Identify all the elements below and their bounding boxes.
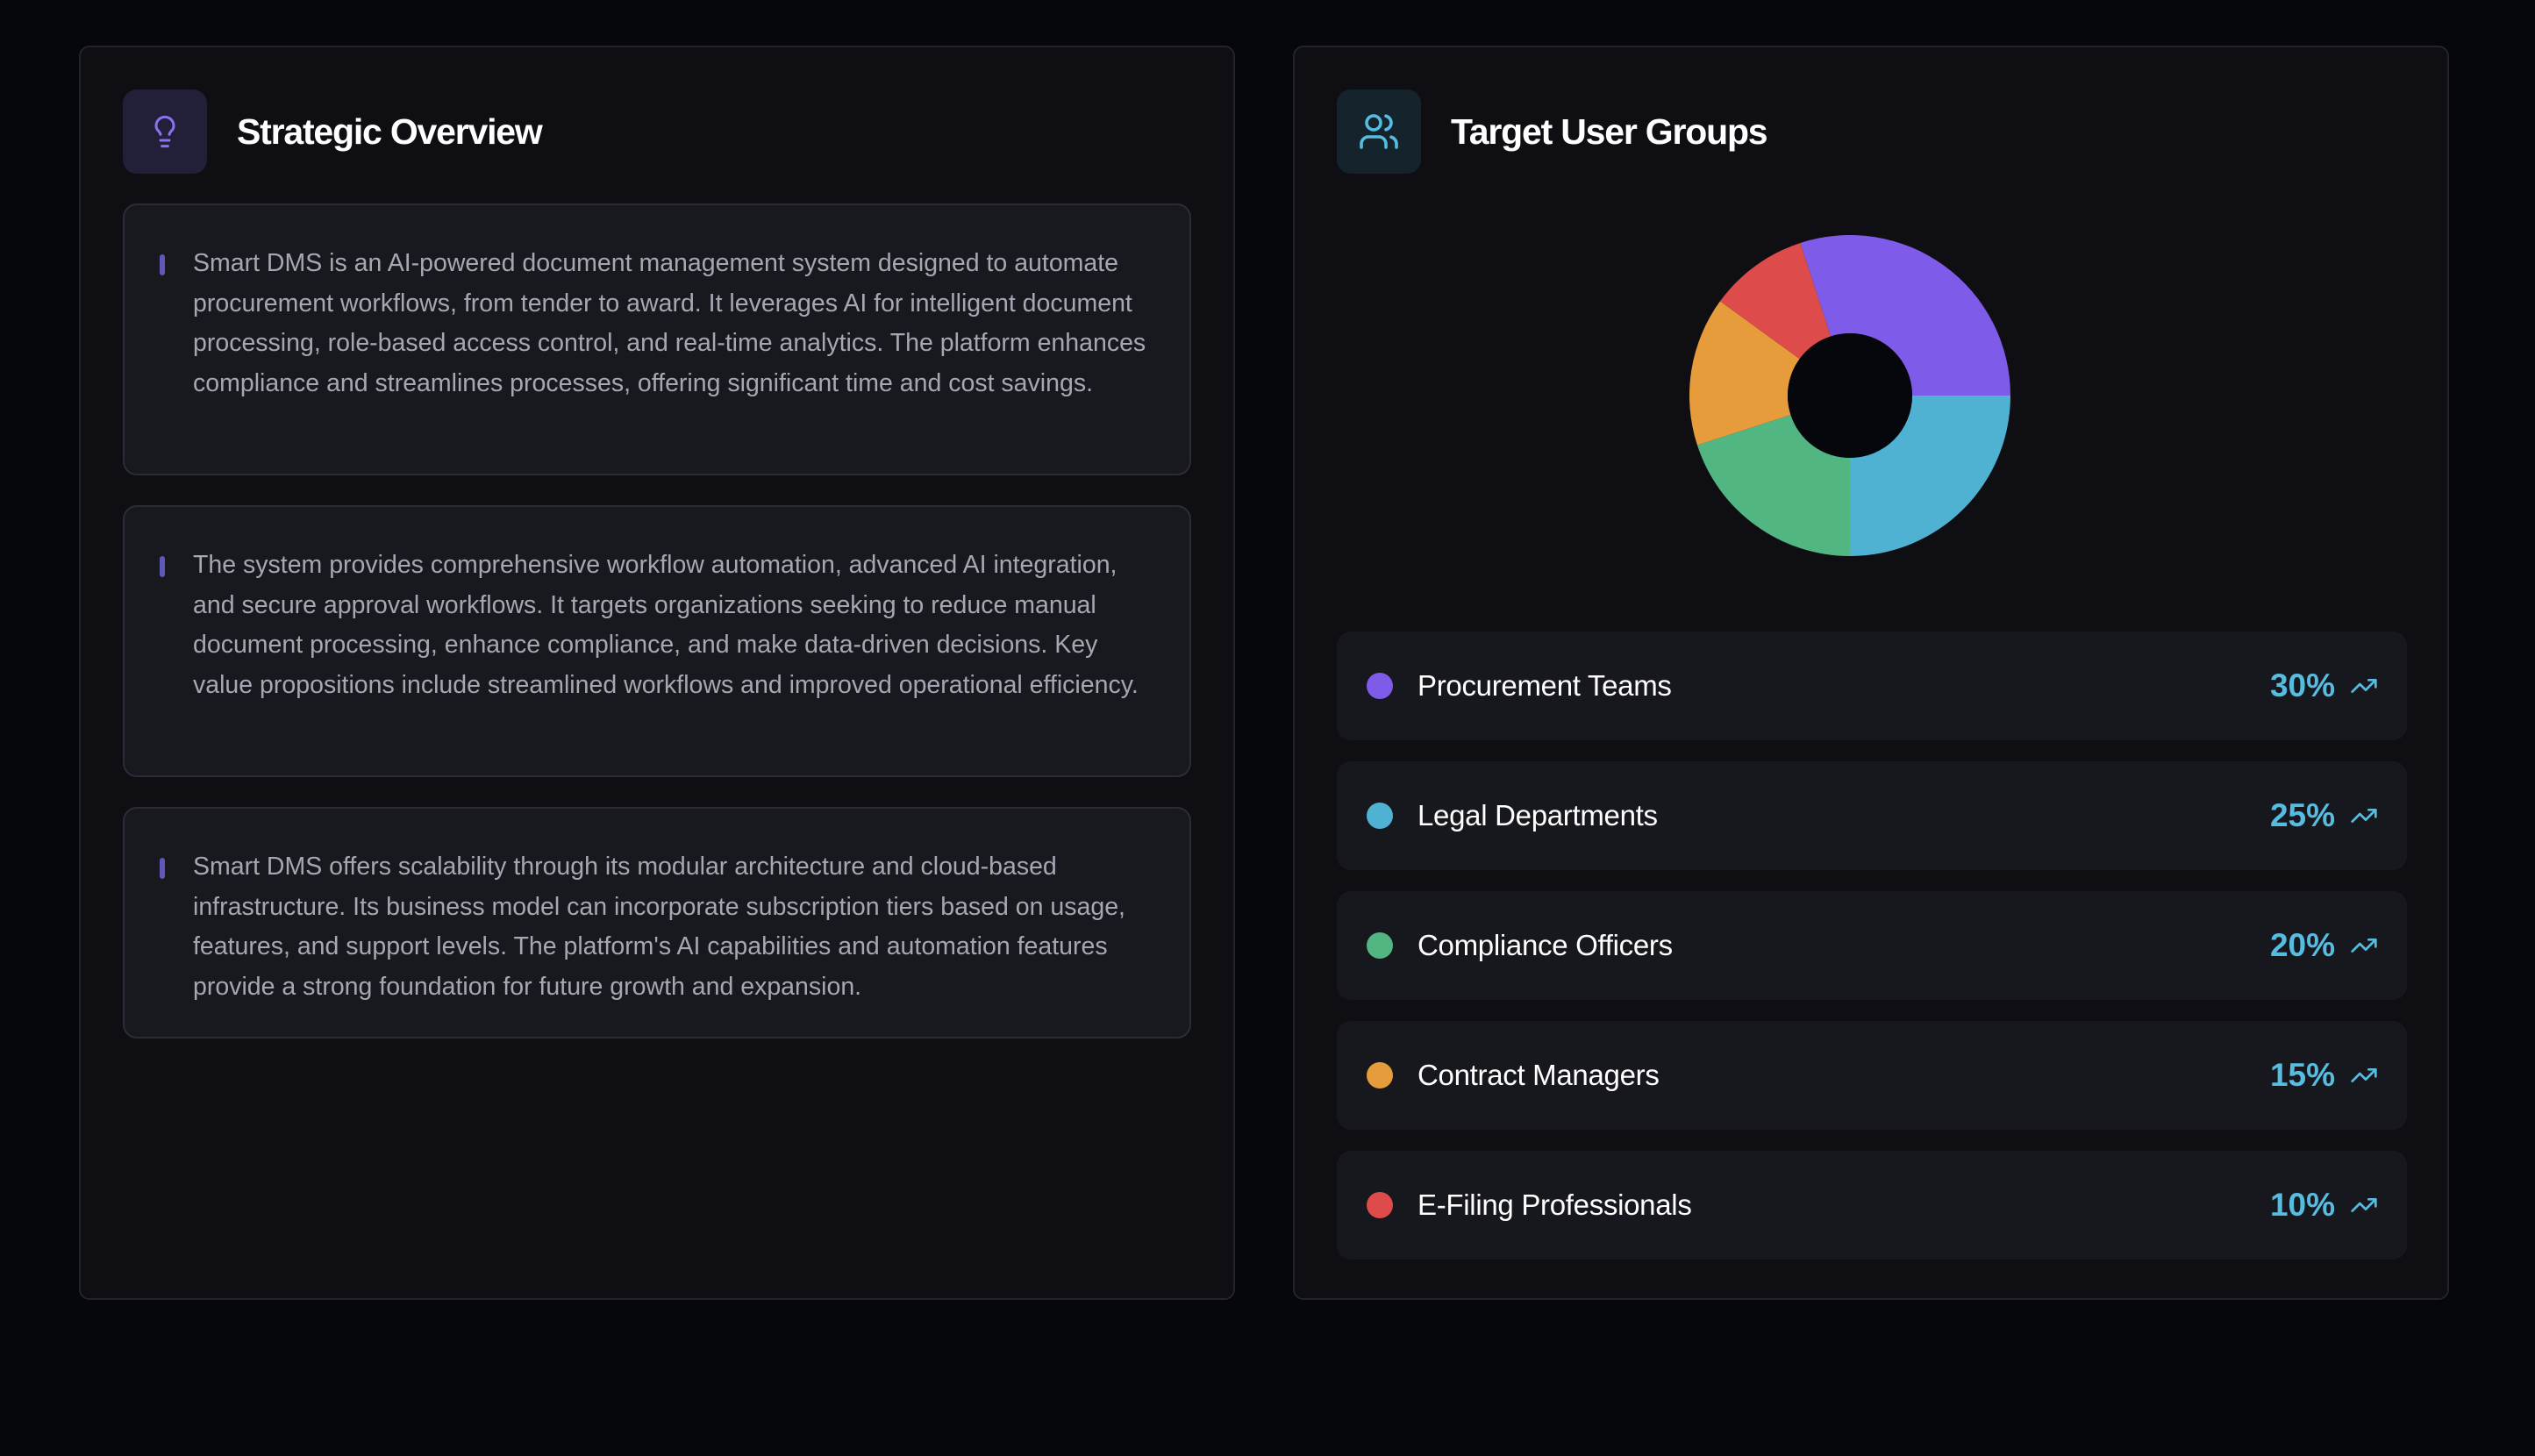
overview-card: Smart DMS is an AI-powered document mana… [123, 203, 1191, 475]
legend-dot [1367, 803, 1393, 829]
group-percent: 25% [2269, 797, 2335, 833]
trending-up-icon [2349, 931, 2379, 960]
user-groups-donut-chart [1689, 235, 2010, 556]
group-row-e-filing-professionals[interactable]: E-Filing Professionals 10% [1337, 1151, 2407, 1260]
target-user-groups-header: Target User Groups [1337, 89, 1768, 174]
group-label: Contract Managers [1417, 1059, 1660, 1091]
overview-paragraph: Smart DMS is an AI-powered document mana… [193, 249, 1146, 397]
group-row-contract-managers[interactable]: Contract Managers 15% [1337, 1021, 2407, 1130]
overview-paragraph: The system provides comprehensive workfl… [193, 551, 1139, 699]
legend-dot [1367, 673, 1393, 699]
overview-card: Smart DMS offers scalability through its… [123, 807, 1191, 1038]
strategic-overview-header: Strategic Overview [123, 89, 543, 174]
group-row-procurement-teams[interactable]: Procurement Teams 30% [1337, 632, 2407, 740]
group-label: Procurement Teams [1417, 669, 1672, 702]
group-row-compliance-officers[interactable]: Compliance Officers 20% [1337, 891, 2407, 1000]
legend-dot [1367, 1192, 1393, 1218]
card-accent-bar [160, 254, 165, 275]
panel-title: Strategic Overview [237, 111, 543, 152]
group-row-legal-departments[interactable]: Legal Departments 25% [1337, 761, 2407, 870]
strategic-overview-panel: Strategic Overview Smart DMS is an AI-po… [79, 46, 1235, 1300]
trending-up-icon [2349, 1190, 2379, 1220]
overview-card: The system provides comprehensive workfl… [123, 505, 1191, 777]
trending-up-icon [2349, 671, 2379, 701]
overview-paragraph: Smart DMS offers scalability through its… [193, 853, 1125, 1001]
legend-dot [1367, 1062, 1393, 1088]
panel-title: Target User Groups [1451, 111, 1768, 152]
trending-up-icon [2349, 1060, 2379, 1090]
group-percent: 20% [2269, 927, 2335, 963]
group-label: Compliance Officers [1417, 929, 1673, 961]
target-user-groups-panel: Target User Groups Procurement Teams 30%… [1293, 46, 2449, 1300]
group-percent: 10% [2269, 1187, 2335, 1223]
trending-up-icon [2349, 801, 2379, 831]
donut-hole [1788, 333, 1912, 458]
lightbulb-icon [123, 89, 207, 174]
card-accent-bar [160, 858, 165, 879]
card-accent-bar [160, 556, 165, 577]
group-percent: 15% [2269, 1057, 2335, 1093]
legend-dot [1367, 932, 1393, 959]
users-icon [1337, 89, 1421, 174]
group-label: Legal Departments [1417, 799, 1658, 831]
group-label: E-Filing Professionals [1417, 1188, 1692, 1221]
group-percent: 30% [2269, 667, 2335, 703]
